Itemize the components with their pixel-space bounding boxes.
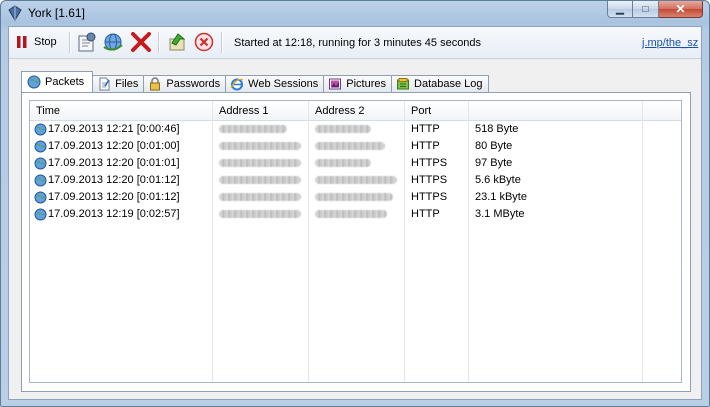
cell-port: HTTPS	[411, 157, 448, 169]
open-button[interactable]	[166, 31, 188, 53]
tab-strip: Packets Files Passwords Web Sessions Pic…	[21, 71, 489, 92]
table-row[interactable]: 17.09.2013 12:20 [0:01:12] HTTPS 23.1 kB…	[30, 189, 681, 206]
settings-button[interactable]	[76, 31, 98, 53]
tab-label: Passwords	[166, 78, 221, 90]
network-globe-icon	[103, 33, 123, 51]
cell-size: 80 Byte	[475, 140, 513, 152]
toolbar-separator	[158, 32, 160, 53]
globe-icon	[34, 208, 47, 221]
app-icon	[8, 5, 22, 21]
cell-size: 518 Byte	[475, 123, 519, 135]
column-header-time[interactable]: Time	[36, 105, 60, 117]
cell-port: HTTP	[411, 123, 440, 135]
stop-button[interactable]: Stop	[15, 31, 57, 53]
cell-port: HTTPS	[411, 174, 448, 186]
redacted-address-2	[315, 210, 387, 218]
app-window: York [1.61] ▁ □ ✕ Stop Started at 12:18,…	[0, 0, 710, 407]
tab-web-sessions[interactable]: Web Sessions	[225, 75, 325, 92]
red-x-icon	[131, 32, 151, 52]
cell-time: 17.09.2013 12:20 [0:01:00]	[48, 140, 180, 152]
table-row[interactable]: 17.09.2013 12:20 [0:01:12] HTTPS 5.6 kBy…	[30, 172, 681, 189]
title-bar[interactable]: York [1.61] ▁ □ ✕	[1, 1, 709, 25]
redacted-address-1	[219, 125, 287, 133]
homepage-link[interactable]: j.mp/the_sz	[642, 37, 698, 49]
network-button[interactable]	[102, 31, 124, 53]
cell-time: 17.09.2013 12:20 [0:01:12]	[48, 174, 180, 186]
client-area: Stop Started at 12:18, running for 3 min…	[8, 26, 702, 400]
cell-size: 97 Byte	[475, 157, 513, 169]
file-icon	[99, 77, 110, 91]
tab-files[interactable]: Files	[92, 75, 145, 92]
minimize-button[interactable]: ▁	[607, 1, 633, 18]
cell-time: 17.09.2013 12:19 [0:02:57]	[48, 208, 180, 220]
database-icon	[397, 78, 410, 90]
tab-label: Files	[115, 78, 139, 90]
stop-label: Stop	[34, 36, 57, 48]
packets-list[interactable]: Time Address 1 Address 2 Port 17.09.2013…	[29, 100, 682, 383]
redacted-address-2	[315, 176, 397, 184]
cell-time: 17.09.2013 12:20 [0:01:12]	[48, 191, 180, 203]
tab-label: Pictures	[346, 78, 387, 90]
tab-passwords[interactable]: Passwords	[143, 75, 227, 92]
table-row[interactable]: 17.09.2013 12:21 [0:00:46] HTTP 518 Byte	[30, 121, 681, 138]
settings-icon	[78, 32, 96, 52]
cell-port: HTTP	[411, 140, 440, 152]
ie-icon	[230, 78, 244, 91]
cell-time: 17.09.2013 12:20 [0:01:01]	[48, 157, 180, 169]
globe-icon	[27, 75, 41, 89]
globe-icon	[34, 123, 47, 136]
tab-packets[interactable]: Packets	[21, 71, 94, 92]
redacted-address-1	[219, 176, 301, 184]
redacted-address-1	[219, 193, 301, 201]
redacted-address-1	[219, 210, 301, 218]
redacted-address-2	[315, 159, 371, 167]
minimize-icon: ▁	[616, 3, 624, 15]
toolbar-separator	[69, 32, 71, 53]
green-arrow-icon	[169, 33, 186, 51]
globe-icon	[34, 174, 47, 187]
lock-icon	[150, 77, 161, 91]
column-header-address-1[interactable]: Address 1	[219, 105, 269, 117]
redacted-address-1	[219, 142, 301, 150]
cell-size: 5.6 kByte	[475, 174, 521, 186]
globe-icon	[34, 157, 47, 170]
column-header-address-2[interactable]: Address 2	[315, 105, 365, 117]
redacted-address-2	[315, 193, 393, 201]
close-icon: ✕	[675, 2, 686, 16]
tab-database-log[interactable]: Database Log	[391, 75, 489, 92]
delete-button[interactable]	[130, 31, 152, 53]
toolbar: Stop Started at 12:18, running for 3 min…	[9, 27, 701, 59]
list-header: Time Address 1 Address 2 Port	[30, 101, 681, 121]
column-header-port[interactable]: Port	[411, 105, 431, 117]
cell-port: HTTPS	[411, 191, 448, 203]
tab-label: Packets	[45, 76, 85, 88]
cell-time: 17.09.2013 12:21 [0:00:46]	[48, 123, 180, 135]
globe-icon	[34, 140, 47, 153]
cancel-circle-icon	[194, 32, 214, 52]
pause-icon	[17, 36, 27, 48]
tab-panel-packets: Time Address 1 Address 2 Port 17.09.2013…	[21, 92, 691, 392]
globe-icon	[34, 191, 47, 204]
maximize-button[interactable]: □	[633, 1, 659, 18]
redacted-address-2	[315, 142, 385, 150]
tab-pictures[interactable]: Pictures	[323, 75, 393, 92]
table-row[interactable]: 17.09.2013 12:20 [0:01:00] HTTP 80 Byte	[30, 138, 681, 155]
tab-label: Database Log	[414, 78, 483, 90]
cell-size: 23.1 kByte	[475, 191, 527, 203]
window-title: York [1.61]	[28, 6, 85, 20]
toolbar-separator	[221, 32, 223, 53]
tab-label: Web Sessions	[248, 78, 319, 90]
cell-port: HTTP	[411, 208, 440, 220]
cell-size: 3.1 MByte	[475, 208, 525, 220]
status-text: Started at 12:18, running for 3 minutes …	[234, 37, 482, 49]
pictures-icon	[329, 78, 342, 90]
redacted-address-2	[315, 125, 371, 133]
close-button[interactable]: ✕	[659, 1, 703, 18]
caption-buttons: ▁ □ ✕	[607, 1, 703, 19]
table-row[interactable]: 17.09.2013 12:19 [0:02:57] HTTP 3.1 MByt…	[30, 206, 681, 223]
table-row[interactable]: 17.09.2013 12:20 [0:01:01] HTTPS 97 Byte	[30, 155, 681, 172]
cancel-button[interactable]	[193, 31, 215, 53]
redacted-address-1	[219, 159, 301, 167]
maximize-icon: □	[642, 3, 649, 15]
